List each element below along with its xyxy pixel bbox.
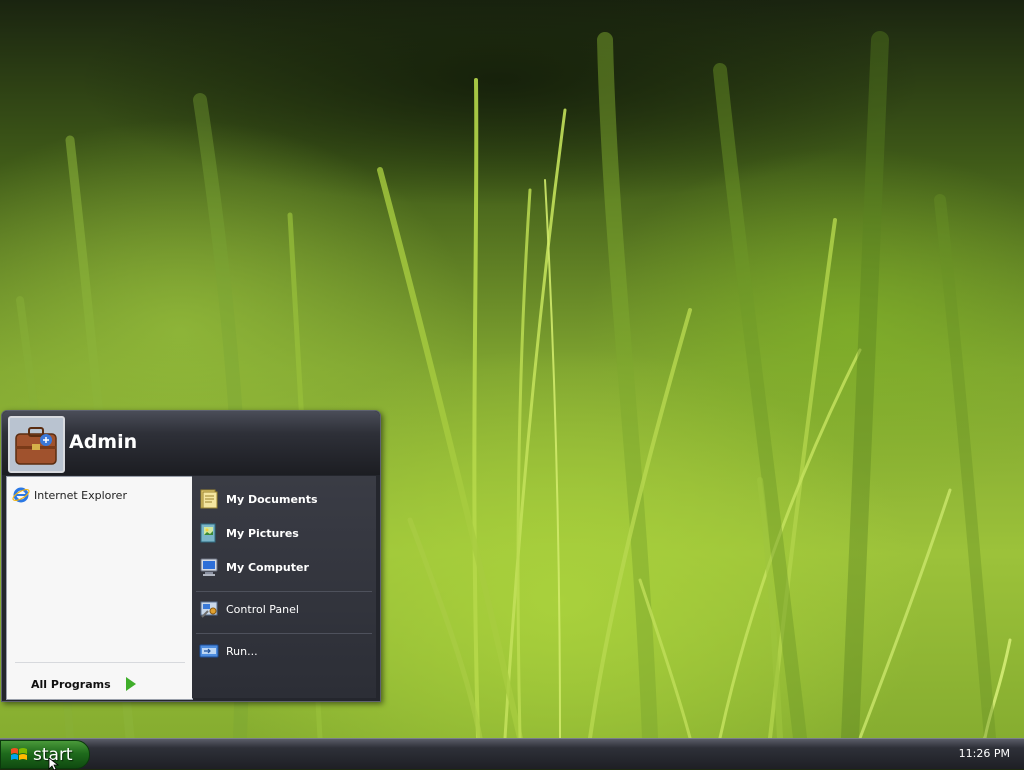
all-programs-button[interactable]: All Programs xyxy=(31,675,136,693)
menu-item-label: Internet Explorer xyxy=(34,488,127,502)
start-menu: Admin Internet Explorer All Programs My … xyxy=(1,410,381,702)
taskbar: start 11:26 PM xyxy=(0,738,1024,769)
divider xyxy=(196,633,372,634)
start-menu-left-pane: Internet Explorer All Programs xyxy=(6,476,193,700)
internet-explorer-icon xyxy=(12,487,30,503)
menu-item-internet-explorer[interactable]: Internet Explorer xyxy=(12,485,127,505)
my-computer-icon xyxy=(200,558,218,576)
start-button[interactable]: start xyxy=(0,740,90,769)
user-avatar[interactable] xyxy=(8,416,65,473)
briefcase-icon xyxy=(10,418,63,471)
menu-item-run[interactable]: Run... xyxy=(198,638,258,664)
my-documents-icon xyxy=(200,489,218,509)
user-name: Admin xyxy=(69,431,138,453)
run-icon xyxy=(199,644,219,658)
control-panel-icon xyxy=(200,601,218,618)
all-programs-label: All Programs xyxy=(31,677,111,691)
menu-item-my-documents[interactable]: My Documents xyxy=(198,486,318,512)
windows-logo-icon xyxy=(11,747,27,760)
start-menu-header: Admin xyxy=(2,411,380,475)
arrow-right-icon xyxy=(125,677,136,691)
system-clock[interactable]: 11:26 PM xyxy=(959,747,1010,760)
menu-item-control-panel[interactable]: Control Panel xyxy=(198,596,299,622)
divider xyxy=(196,591,372,592)
divider xyxy=(15,662,185,663)
mouse-cursor-icon xyxy=(48,758,60,770)
my-pictures-icon xyxy=(200,523,216,543)
menu-item-my-computer[interactable]: My Computer xyxy=(198,554,309,580)
start-menu-right-pane: My Documents My Pictures My Computer Con… xyxy=(192,476,376,698)
menu-item-my-pictures[interactable]: My Pictures xyxy=(198,520,299,546)
